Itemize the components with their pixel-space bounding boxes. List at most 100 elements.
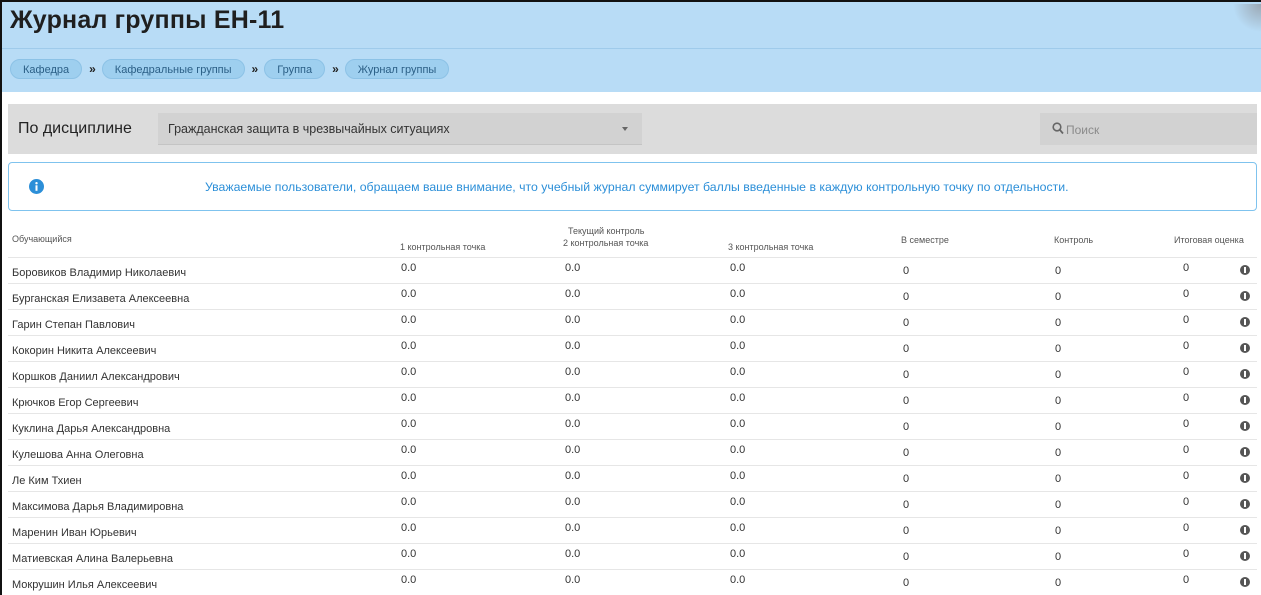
column-header-semester[interactable]: В семестре <box>901 235 949 245</box>
info-icon[interactable] <box>1240 369 1250 379</box>
cp2-score: 0.0 <box>565 574 581 586</box>
control-score: 0 <box>1055 421 1062 433</box>
breadcrumb-separator: » <box>251 62 259 76</box>
breadcrumb-item-kafedra[interactable]: Кафедра <box>10 59 83 79</box>
cp2-score: 0.0 <box>565 444 581 456</box>
info-icon[interactable] <box>1240 421 1250 431</box>
control-score: 0 <box>1055 369 1062 381</box>
info-icon[interactable] <box>1240 473 1250 483</box>
column-header-control[interactable]: Контроль <box>1054 235 1093 245</box>
column-header-cp3[interactable]: 3 контрольная точка <box>728 242 813 252</box>
info-icon[interactable] <box>1240 499 1250 509</box>
cp3-score: 0.0 <box>730 366 746 378</box>
cp1-score: 0.0 <box>401 314 417 326</box>
info-notice: Уважаемые пользователи, обращаем ваше вн… <box>8 162 1257 211</box>
semester-score: 0 <box>903 421 910 433</box>
cp3-score: 0.0 <box>730 418 746 430</box>
student-name: Бурганская Елизавета Алексеевна <box>12 293 190 305</box>
table-row[interactable]: Гарин Степан Павлович 0.0 0.0 0.0 0 0 0 <box>8 309 1257 335</box>
semester-score: 0 <box>903 473 910 485</box>
table-row[interactable]: Коршков Даниил Александрович 0.0 0.0 0.0 0 0 0 <box>8 361 1257 387</box>
table-row[interactable]: Крючков Егор Сергеевич 0.0 0.0 0.0 0 0 0 <box>8 387 1257 413</box>
info-icon[interactable] <box>1240 577 1250 587</box>
info-icon[interactable] <box>1240 551 1250 561</box>
table-row[interactable]: Маренин Иван Юрьевич 0.0 0.0 0.0 0 0 0 <box>8 517 1257 543</box>
final-grade: 0 <box>1183 574 1190 586</box>
final-grade: 0 <box>1183 470 1190 482</box>
table-row[interactable]: Кулешова Анна Олеговна 0.0 0.0 0.0 0 0 0 <box>8 439 1257 465</box>
info-icon[interactable] <box>1240 447 1250 457</box>
control-score: 0 <box>1055 473 1062 485</box>
table-row[interactable]: Бурганская Елизавета Алексеевна 0.0 0.0 0.0… <box>8 283 1257 309</box>
cp2-score: 0.0 <box>565 262 581 274</box>
semester-score: 0 <box>903 317 910 329</box>
column-header-cp2[interactable]: 2 контрольная точка <box>563 238 648 248</box>
column-header-final[interactable]: Итоговая оценка <box>1174 235 1244 245</box>
final-grade: 0 <box>1183 262 1190 274</box>
cp3-score: 0.0 <box>730 262 746 274</box>
breadcrumb-separator: » <box>89 62 96 76</box>
discipline-select[interactable]: Гражданская защита в чрезвычайных ситуац… <box>158 113 642 145</box>
control-score: 0 <box>1055 317 1062 329</box>
cp3-score: 0.0 <box>730 392 746 404</box>
cp1-score: 0.0 <box>401 548 417 560</box>
cp2-score: 0.0 <box>565 366 581 378</box>
column-header-student[interactable]: Обучающийся <box>12 234 72 244</box>
breadcrumb-item-group[interactable]: Группа <box>264 59 326 79</box>
header-divider <box>2 48 1261 49</box>
student-name: Мокрушин Илья Алексеевич <box>12 579 158 591</box>
column-header-cp1[interactable]: 1 контрольная точка <box>400 242 485 252</box>
table-row[interactable]: Ле Ким Тхиен 0.0 0.0 0.0 0 0 0 <box>8 465 1257 491</box>
control-score: 0 <box>1055 499 1062 511</box>
table-row[interactable]: Кокорин Никита Алексеевич 0.0 0.0 0.0 0 0 0 <box>8 335 1257 361</box>
search-icon <box>1052 122 1064 135</box>
discipline-filter-label: По дисциплине <box>18 120 132 137</box>
student-name: Куклина Дарья Александровна <box>12 423 171 435</box>
info-icon[interactable] <box>1240 525 1250 535</box>
cp1-score: 0.0 <box>401 574 417 586</box>
table-row[interactable]: Боровиков Владимир Николаевич 0.0 0.0 0.0 0 0… <box>8 257 1257 283</box>
cp2-score: 0.0 <box>565 418 581 430</box>
page-title: Журнал группы ЕН-11 <box>10 6 285 34</box>
semester-score: 0 <box>903 343 910 355</box>
semester-score: 0 <box>903 577 910 589</box>
table-header: Обучающийся Текущий контроль 1 контрольн… <box>8 222 1257 254</box>
column-group-current-control: Текущий контроль <box>568 226 645 236</box>
info-icon <box>29 179 44 194</box>
final-grade: 0 <box>1183 314 1190 326</box>
cp3-score: 0.0 <box>730 522 746 534</box>
cp1-score: 0.0 <box>401 340 417 352</box>
table-row[interactable]: Матиевская Алина Валерьевна 0.0 0.0 0.0 0 0 0 <box>8 543 1257 569</box>
breadcrumb-item-group-journal[interactable]: Журнал группы <box>344 59 450 79</box>
student-table-body: Боровиков Владимир Николаевич 0.0 0.0 0.0 0 0… <box>8 257 1257 595</box>
table-row[interactable]: Мокрушин Илья Алексеевич 0.0 0.0 0.0 0 0 0 <box>8 569 1257 595</box>
info-icon[interactable] <box>1240 291 1250 301</box>
cp3-score: 0.0 <box>730 574 746 586</box>
breadcrumb-item-department-groups[interactable]: Кафедральные группы <box>101 59 245 79</box>
semester-score: 0 <box>903 499 910 511</box>
info-icon[interactable] <box>1240 265 1250 275</box>
student-name: Гарин Степан Павлович <box>12 319 136 331</box>
control-score: 0 <box>1055 577 1062 589</box>
search-box[interactable] <box>1040 113 1257 145</box>
final-grade: 0 <box>1183 288 1190 300</box>
info-icon[interactable] <box>1240 395 1250 405</box>
search-input[interactable] <box>1064 120 1248 140</box>
semester-score: 0 <box>903 525 910 537</box>
final-grade: 0 <box>1183 340 1190 352</box>
cp3-score: 0.0 <box>730 314 746 326</box>
table-row[interactable]: Куклина Дарья Александровна 0.0 0.0 0.0 0 0 0 <box>8 413 1257 439</box>
final-grade: 0 <box>1183 418 1190 430</box>
final-grade: 0 <box>1183 392 1190 404</box>
info-icon[interactable] <box>1240 343 1250 353</box>
semester-score: 0 <box>903 551 910 563</box>
cp2-score: 0.0 <box>565 496 581 508</box>
caret-down-icon <box>622 127 628 131</box>
info-icon[interactable] <box>1240 317 1250 327</box>
cp2-score: 0.0 <box>565 288 581 300</box>
student-name: Маренин Иван Юрьевич <box>12 527 137 539</box>
cp1-score: 0.0 <box>401 470 417 482</box>
control-score: 0 <box>1055 395 1062 407</box>
table-row[interactable]: Максимова Дарья Владимировна 0.0 0.0 0.0 0 0 0 <box>8 491 1257 517</box>
semester-score: 0 <box>903 395 910 407</box>
